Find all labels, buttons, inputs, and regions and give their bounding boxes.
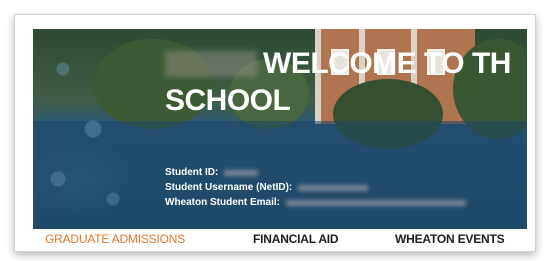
username-row: Student Username (NetID): — [165, 180, 466, 195]
email-row: Wheaton Student Email: — [165, 195, 466, 210]
nav-wheaton-events[interactable]: WHEATON EVENTS — [395, 232, 505, 246]
hero-banner: WELCOME TO TH SCHOOL Student ID: Student… — [33, 29, 527, 234]
redacted-name — [165, 51, 257, 77]
student-id-row: Student ID: — [165, 165, 466, 180]
screenshot-frame: WELCOME TO TH SCHOOL Student ID: Student… — [14, 14, 536, 252]
navigation-bar: GRADUATE ADMISSIONS FINANCIAL AID WHEATO… — [33, 229, 527, 251]
redacted-email — [286, 199, 466, 206]
redacted-username — [298, 184, 369, 191]
welcome-heading-line2: SCHOOL — [165, 84, 291, 117]
welcome-text: WELCOME TO TH — [263, 47, 511, 80]
username-label: Student Username (NetID): — [165, 182, 293, 193]
redacted-student-id — [224, 169, 259, 176]
welcome-heading-line1: WELCOME TO TH — [165, 47, 511, 81]
student-info: Student ID: Student Username (NetID): Wh… — [165, 165, 466, 210]
nav-graduate-admissions[interactable]: GRADUATE ADMISSIONS — [45, 232, 185, 246]
email-label: Wheaton Student Email: — [165, 197, 280, 208]
nav-financial-aid[interactable]: FINANCIAL AID — [253, 232, 339, 246]
decorative-texture — [33, 29, 143, 234]
student-id-label: Student ID: — [165, 167, 219, 178]
